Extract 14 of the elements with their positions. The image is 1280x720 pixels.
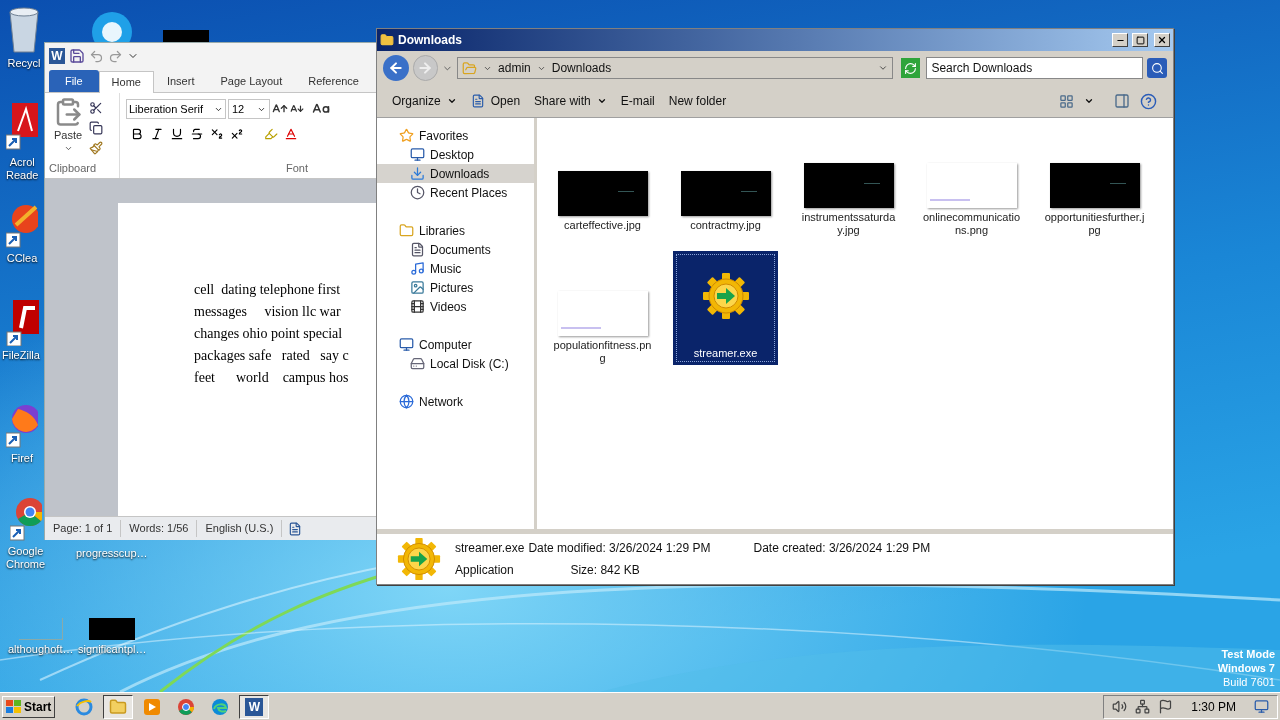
play-icon <box>143 697 162 716</box>
chrome-icon <box>177 697 196 716</box>
start-button[interactable]: Start <box>2 695 56 718</box>
show-desktop-icon[interactable] <box>1254 699 1269 714</box>
network-icon[interactable] <box>1135 699 1151 714</box>
folder-icon <box>109 697 128 716</box>
taskbar-button[interactable]: W <box>239 694 270 719</box>
browser-icon <box>75 697 94 716</box>
browser-icon <box>211 697 230 716</box>
app-logo: W <box>245 697 264 716</box>
flag-icon[interactable] <box>1158 699 1174 714</box>
windows-logo-icon <box>6 699 22 714</box>
taskbar-button[interactable] <box>103 694 134 719</box>
volume-icon[interactable] <box>1112 699 1128 714</box>
